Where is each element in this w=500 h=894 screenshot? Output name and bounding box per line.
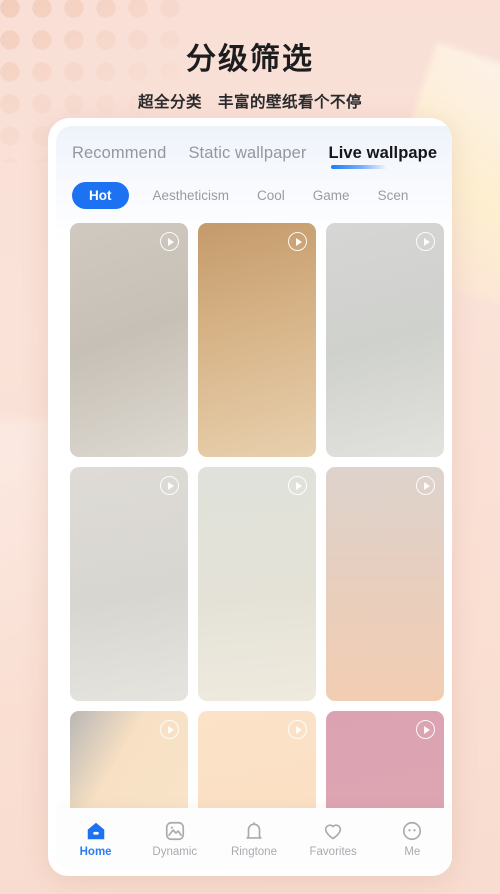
- app-screen: Recommend Static wallpaper Live wallpape H…: [56, 126, 452, 870]
- top-tab-static-wallpaper[interactable]: Static wallpaper: [188, 144, 306, 170]
- play-circle-icon[interactable]: [288, 232, 307, 251]
- nav-item-ringtone[interactable]: Ringtone: [223, 820, 285, 858]
- nav-item-label: Favorites: [309, 846, 357, 858]
- top-tab-bar: Recommend Static wallpaper Live wallpape: [56, 126, 452, 170]
- image-icon: [164, 820, 186, 842]
- nav-item-me[interactable]: Me: [381, 820, 443, 858]
- nav-item-label: Home: [79, 846, 112, 858]
- play-circle-icon[interactable]: [160, 476, 179, 495]
- pampas-grass-wallpaper[interactable]: [198, 223, 316, 457]
- top-tab-label: Static wallpaper: [188, 144, 307, 162]
- category-chip-cool[interactable]: Cool: [253, 182, 289, 209]
- top-tab-recommend[interactable]: Recommend: [72, 144, 166, 170]
- category-chip-row: Hot Aestheticism Cool Game Scen: [56, 170, 452, 209]
- wallpaper-grid: [56, 209, 452, 870]
- play-circle-icon[interactable]: [288, 720, 307, 739]
- green-plant-bottle-wallpaper[interactable]: [326, 223, 444, 457]
- top-tab-label: Recommend: [72, 144, 167, 162]
- dried-branches-wallpaper[interactable]: [198, 467, 316, 701]
- play-circle-icon[interactable]: [416, 720, 435, 739]
- pink-gerbera-wallpaper[interactable]: [70, 467, 188, 701]
- orange-donut-vase-wallpaper[interactable]: [70, 223, 188, 457]
- top-tab-label: Live wallpape: [328, 144, 438, 162]
- play-circle-icon[interactable]: [416, 476, 435, 495]
- phone-mockup: Recommend Static wallpaper Live wallpape H…: [48, 118, 452, 876]
- nav-item-dynamic[interactable]: Dynamic: [144, 820, 206, 858]
- nav-item-home[interactable]: Home: [65, 820, 127, 858]
- heart-icon: [322, 820, 344, 842]
- play-circle-icon[interactable]: [160, 720, 179, 739]
- play-circle-icon[interactable]: [160, 232, 179, 251]
- nav-item-label: Dynamic: [152, 846, 198, 858]
- category-chip-scen[interactable]: Scen: [374, 182, 413, 209]
- active-tab-underline: [330, 165, 387, 169]
- play-circle-icon[interactable]: [288, 476, 307, 495]
- desert-footprints-wallpaper[interactable]: [326, 467, 444, 701]
- promo-headline: 分级筛选 超全分类 丰富的壁纸看个不停: [0, 34, 500, 112]
- top-tab-live-wallpape[interactable]: Live wallpape: [329, 144, 438, 170]
- category-chip-aestheticism[interactable]: Aestheticism: [149, 182, 234, 209]
- nav-item-label: Ringtone: [230, 846, 277, 858]
- bell-icon: [243, 820, 265, 842]
- promo-subtitle: 超全分类 丰富的壁纸看个不停: [137, 94, 362, 111]
- nav-item-label: Me: [404, 846, 421, 858]
- category-chip-game[interactable]: Game: [309, 182, 354, 209]
- nav-item-favorites[interactable]: Favorites: [302, 820, 364, 858]
- face-icon: [401, 820, 423, 842]
- category-chip-hot[interactable]: Hot: [72, 182, 129, 209]
- bottom-navigation-bar: Home Dynamic Ringtone Favorites Me: [56, 808, 452, 870]
- play-circle-icon[interactable]: [416, 232, 435, 251]
- home-icon: [85, 820, 107, 842]
- promo-title: 分级筛选: [186, 43, 314, 76]
